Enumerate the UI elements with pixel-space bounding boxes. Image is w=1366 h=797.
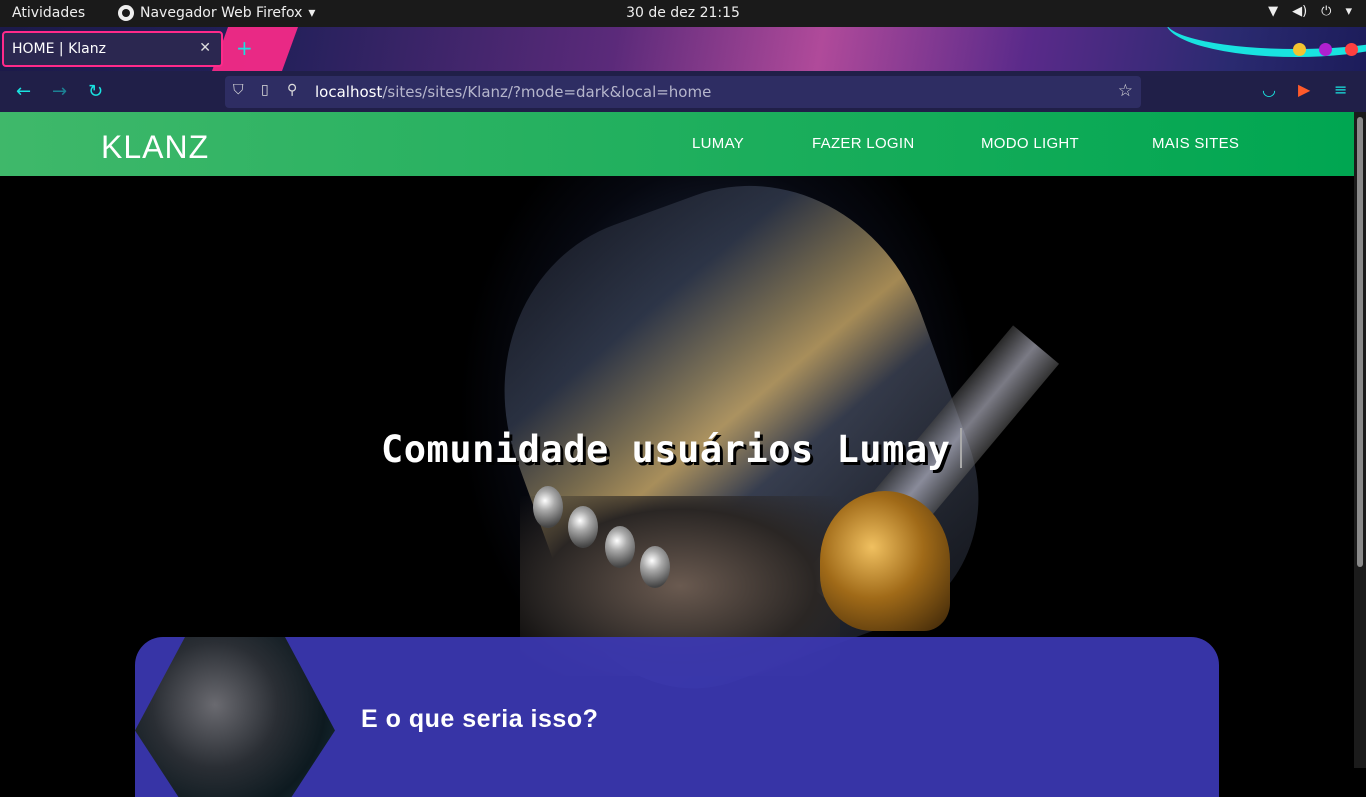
close-window-button[interactable]	[1345, 43, 1358, 56]
nav-link-light-mode[interactable]: MODO LIGHT	[981, 135, 1079, 152]
hero-image-gold-handle	[820, 491, 950, 631]
hero-title: Comunidade usuários Lumay	[381, 428, 963, 471]
site-header: KLANZ LUMAY FAZER LOGIN MODO LIGHT MAIS …	[0, 112, 1354, 176]
info-card: E o que seria isso?	[135, 637, 1219, 797]
system-tray[interactable]: ▼ ◀) ⏻ ▾	[1268, 4, 1352, 19]
url-path: /sites/sites/Klanz/?mode=dark&local=home	[382, 83, 712, 101]
chevron-down-icon: ▾	[1345, 4, 1352, 19]
power-icon: ⏻	[1321, 4, 1332, 19]
page-scrollbar[interactable]	[1354, 112, 1366, 768]
close-icon[interactable]: ✕	[199, 40, 211, 56]
firefox-icon	[118, 5, 134, 21]
nav-link-login[interactable]: FAZER LOGIN	[812, 135, 915, 152]
bookmark-star-icon[interactable]: ☆	[1118, 81, 1133, 101]
new-tab-plus-icon[interactable]: +	[236, 36, 253, 60]
system-top-bar: Atividades Navegador Web Firefox ▾ 30 de…	[0, 0, 1366, 27]
navigation-toolbar: ← → ↻ ⛉ ▯ ⚲ localhost/sites/sites/Klanz/…	[0, 71, 1366, 112]
activities-button[interactable]: Atividades	[12, 5, 85, 21]
maximize-button[interactable]	[1319, 43, 1332, 56]
tab-title: HOME | Klanz	[12, 41, 106, 57]
extension-icon[interactable]: ▶	[1298, 80, 1310, 99]
nav-link-more-sites[interactable]: MAIS SITES	[1152, 135, 1239, 152]
chevron-down-icon: ▾	[308, 5, 316, 21]
hamburger-menu-icon[interactable]: ≡	[1334, 80, 1347, 99]
nav-link-lumay[interactable]: LUMAY	[692, 135, 744, 152]
url-bar[interactable]: ⛉ ▯ ⚲ localhost/sites/sites/Klanz/?mode=…	[225, 76, 1141, 108]
clock[interactable]: 30 de dez 21:15	[626, 5, 740, 21]
wifi-icon: ▼	[1268, 4, 1279, 19]
tab-strip: HOME | Klanz ✕ +	[0, 27, 1366, 71]
site-logo[interactable]: KLANZ	[101, 129, 209, 166]
app-menu[interactable]: Navegador Web Firefox ▾	[118, 5, 315, 21]
minimize-button[interactable]	[1293, 43, 1306, 56]
permissions-icon[interactable]: ⚲	[287, 82, 297, 98]
tab-active[interactable]: HOME | Klanz ✕	[2, 31, 223, 67]
card-title: E o que seria isso?	[361, 705, 599, 733]
url-host: localhost	[315, 83, 383, 101]
forward-arrow-icon[interactable]: →	[52, 81, 67, 102]
volume-icon: ◀)	[1292, 4, 1308, 19]
card-hexagon-image	[135, 637, 335, 797]
page-icon[interactable]: ▯	[261, 82, 269, 98]
shield-icon[interactable]: ⛉	[233, 82, 244, 98]
reload-icon[interactable]: ↻	[88, 81, 103, 102]
back-arrow-icon[interactable]: ←	[16, 81, 31, 102]
typing-cursor	[960, 428, 963, 468]
pocket-icon[interactable]: ◡	[1262, 80, 1276, 99]
url-text[interactable]: localhost/sites/sites/Klanz/?mode=dark&l…	[315, 83, 711, 101]
theme-swoosh	[1166, 27, 1366, 57]
theme-decoration	[211, 27, 299, 71]
app-name: Navegador Web Firefox	[140, 5, 303, 21]
scrollbar-thumb[interactable]	[1357, 117, 1363, 567]
